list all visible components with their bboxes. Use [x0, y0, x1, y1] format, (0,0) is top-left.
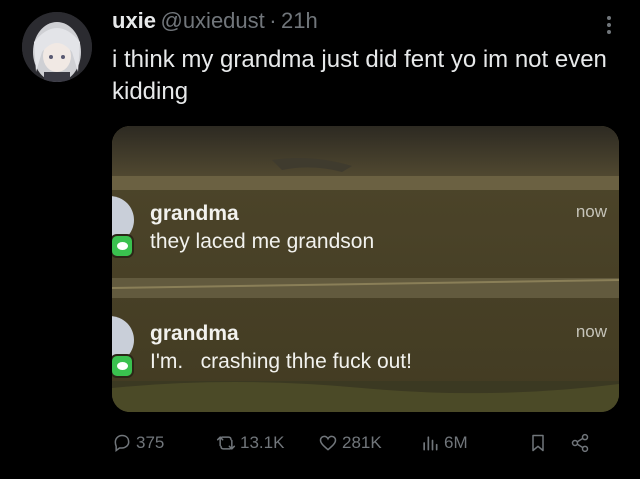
notification-title: grandma [150, 322, 239, 345]
notification-time: now [575, 322, 607, 341]
views-icon [423, 436, 438, 451]
notification-time: now [575, 202, 607, 221]
notification-card[interactable]: grandma they laced me grandson now [112, 190, 619, 278]
reply-icon [114, 434, 130, 452]
share-icon [571, 433, 589, 453]
tweet-actions: 375 13.1K 281K 6M [112, 428, 622, 458]
tweet-timestamp[interactable]: 21h [281, 8, 318, 33]
avatar[interactable] [22, 12, 92, 82]
tweet-text: i think my grandma just did fent yo im n… [112, 46, 607, 105]
notification-body: they laced me grandson [150, 230, 375, 253]
like-icon [319, 435, 337, 451]
reply-count: 375 [136, 433, 165, 452]
display-name[interactable]: uxie [112, 8, 156, 33]
view-count: 6M [444, 433, 468, 452]
notification-body: I'm. crashing thhe fuck out! [150, 350, 412, 373]
views-button[interactable]: 6M [420, 428, 468, 458]
retweet-count: 13.1K [240, 433, 285, 452]
share-button[interactable] [570, 428, 590, 458]
meta-separator: · [269, 8, 277, 33]
tweet-media[interactable]: grandma they laced me grandson now grand… [112, 126, 619, 412]
like-button[interactable]: 281K [318, 428, 382, 458]
retweet-button[interactable]: 13.1K [216, 428, 284, 458]
tweet-header: uxie @uxiedust · 21h [112, 8, 620, 38]
avatar-image [22, 12, 92, 82]
reply-button[interactable]: 375 [112, 428, 164, 458]
bookmark-icon [532, 434, 544, 452]
bookmark-button[interactable] [528, 428, 548, 458]
notification-card[interactable]: grandma I'm. crashing thhe fuck out! now [112, 310, 619, 398]
user-handle[interactable]: @uxiedust [160, 8, 264, 33]
notification-title: grandma [150, 202, 239, 225]
messages-app-icon [112, 354, 134, 378]
retweet-icon [216, 436, 236, 450]
like-count: 281K [342, 433, 382, 452]
messages-app-icon [112, 234, 134, 258]
more-icon[interactable] [602, 14, 616, 36]
